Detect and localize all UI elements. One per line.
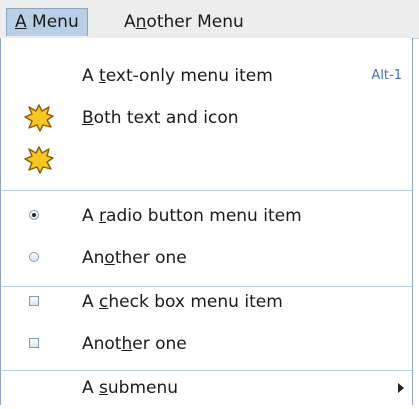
radio-selected-indicator	[29, 210, 39, 220]
menu-item-checkbox-1[interactable]: A check box menu item	[2, 281, 412, 323]
menu-item-text-and-icon[interactable]: Both text and icon	[2, 97, 412, 139]
starburst-shape	[24, 104, 54, 132]
menu-item-text-only-label: A text-only menu item	[82, 66, 273, 86]
starburst-icon	[24, 104, 54, 132]
menu-a-menu-label: A Menu	[15, 12, 79, 32]
submenu-arrow-icon	[398, 383, 404, 393]
starburst-icon	[24, 146, 54, 174]
menu-a-menu[interactable]: A Menu	[6, 8, 88, 36]
menu-item-radio-1[interactable]: A radio button menu item	[2, 195, 412, 237]
menu-item-submenu-label: A submenu	[82, 378, 179, 398]
checkbox-unchecked-indicator	[29, 296, 39, 306]
a-menu-popup: A text-only menu item Alt-1 Both text an…	[0, 38, 413, 405]
starburst-shape	[24, 146, 54, 174]
menu-item-icon-only[interactable]	[2, 139, 412, 181]
menu-item-radio-2[interactable]: Another one	[2, 237, 412, 279]
checkbox-unchecked-indicator	[29, 338, 39, 348]
menu-item-text-and-icon-label: Both text and icon	[82, 108, 239, 128]
menu-item-text-only[interactable]: A text-only menu item Alt-1	[2, 55, 412, 97]
menu-item-checkbox-2[interactable]: Another one	[2, 323, 412, 365]
menu-item-checkbox-2-label: Another one	[82, 334, 187, 354]
menu-item-submenu[interactable]: A submenu	[2, 367, 412, 409]
menu-bar: A Menu Another Menu	[0, 0, 419, 39]
menu-another-menu[interactable]: Another Menu	[116, 8, 252, 36]
accelerator-label: Alt-1	[371, 68, 402, 83]
menu-another-menu-label: Another Menu	[124, 12, 244, 32]
menu-separator	[2, 190, 412, 191]
radio-unselected-indicator	[29, 252, 39, 262]
menu-item-radio-2-label: Another one	[82, 248, 187, 268]
menu-item-checkbox-1-label: A check box menu item	[82, 292, 283, 312]
menu-item-radio-1-label: A radio button menu item	[82, 206, 302, 226]
